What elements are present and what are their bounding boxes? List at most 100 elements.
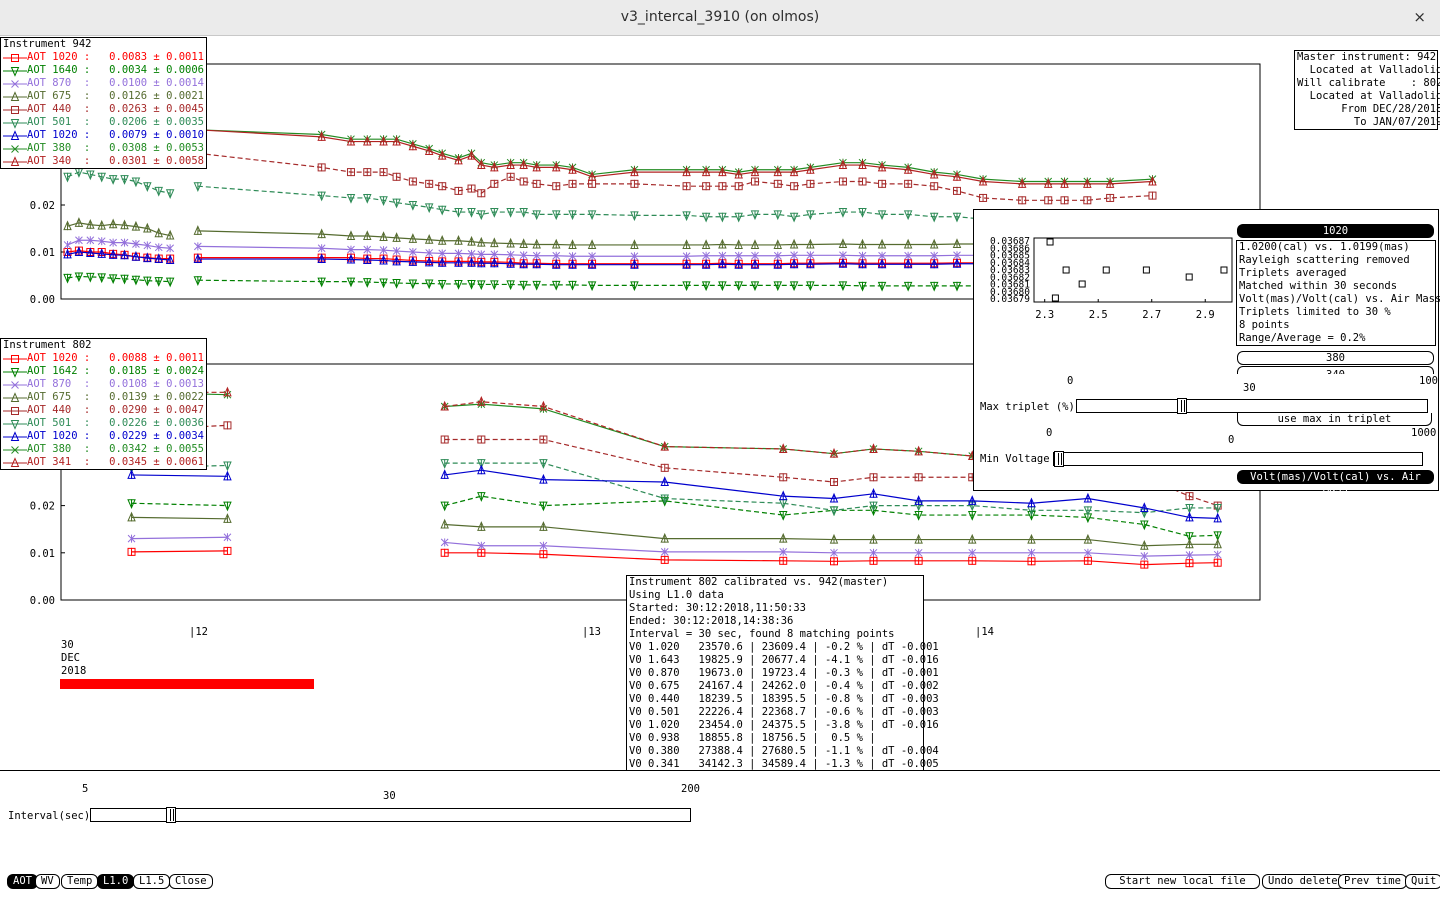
wavelength-340-button[interactable]: 340 xyxy=(1237,366,1434,374)
tri-down-marker-icon xyxy=(1,64,27,77)
plot-mode-button[interactable]: Volt(mas)/Volt(cal) vs. Air Mass xyxy=(1237,470,1434,495)
l15-button[interactable]: L1.5 xyxy=(133,874,171,889)
max-triplet-max: 100 xyxy=(1419,375,1438,387)
y-tick-label: 0.02 xyxy=(30,200,55,212)
wv-button[interactable]: WV xyxy=(35,874,60,889)
legend-row: AOT 1020 : 0.0229 ± 0.0034 xyxy=(1,430,206,443)
selected-time-range-bar[interactable] xyxy=(60,679,314,689)
x-marker-icon xyxy=(1,142,27,155)
legend-row: AOT 1020 : 0.0079 ± 0.0010 xyxy=(1,129,206,142)
legend-label: AOT 1020 : xyxy=(27,51,91,63)
max-triplet-slider[interactable] xyxy=(1076,398,1428,414)
interval-slider[interactable] xyxy=(90,807,691,823)
aot-button[interactable]: AOT xyxy=(7,874,38,889)
legend-instrument-802: Instrument 802 AOT 1020 : 0.0088 ± 0.0011… xyxy=(0,338,207,470)
series-line xyxy=(131,474,228,477)
square-marker-icon xyxy=(1,404,27,417)
mini-chart-area: 0.036870.036860.036850.036840.036830.036… xyxy=(990,236,1233,321)
mini-data-point xyxy=(1062,266,1070,274)
wavelength-1020-button[interactable]: 1020 xyxy=(1237,224,1434,238)
min-voltage-slider[interactable] xyxy=(1053,451,1423,467)
legend-title: Instrument 802 xyxy=(3,339,92,351)
interval-max: 200 xyxy=(681,783,700,795)
legend-value: 0.0229 ± 0.0034 xyxy=(109,430,204,442)
legend-row: AOT 675 : 0.0126 ± 0.0021 xyxy=(1,90,206,103)
legend-value: 0.0185 ± 0.0024 xyxy=(109,365,204,377)
start-new-local-file-button[interactable]: Start new local file xyxy=(1105,874,1260,889)
y-tick-label: 0.01 xyxy=(30,247,55,259)
report-line: V0 0.938 18855.8 | 18756.5 | 0.5 % | xyxy=(629,732,876,744)
mini-data-point xyxy=(1078,280,1086,288)
legend-value: 0.0206 ± 0.0035 xyxy=(109,116,204,128)
window-close-icon[interactable]: × xyxy=(1413,8,1426,26)
series-line xyxy=(131,550,228,553)
legend-label: AOT 870 : xyxy=(27,378,91,390)
legend-label: AOT 340 : xyxy=(27,155,91,167)
master-info-line: To JAN/07/2019 xyxy=(1297,116,1440,128)
legend-label: AOT 870 : xyxy=(27,77,91,89)
min-voltage-slider-thumb[interactable] xyxy=(1054,451,1064,467)
date-day: 30 xyxy=(61,639,74,651)
min-voltage-max: 1000 xyxy=(1411,427,1437,439)
interval-min: 5 xyxy=(82,783,89,795)
square-marker-icon xyxy=(1,103,27,116)
mini-data-point xyxy=(1046,238,1054,246)
mini-data-point xyxy=(1102,266,1110,274)
close-button[interactable]: Close xyxy=(169,874,213,889)
legend-row: AOT 501 : 0.0206 ± 0.0035 xyxy=(1,116,206,129)
report-line: V0 0.501 22226.4 | 22368.7 | -0.6 % | dT… xyxy=(629,706,939,718)
mini-x-tick: 2.7 xyxy=(1142,309,1161,321)
x-marker-icon xyxy=(1,77,27,90)
interval-slider-thumb[interactable] xyxy=(166,807,176,823)
legend-row: AOT 440 : 0.0263 ± 0.0045 xyxy=(1,103,206,116)
legend-row: AOT 870 : 0.0108 ± 0.0013 xyxy=(1,378,206,391)
tri-up-marker-icon xyxy=(1,129,27,142)
interval-mid: 30 xyxy=(383,790,396,802)
mini-frame xyxy=(1033,237,1233,303)
date-tick-12: |12 xyxy=(189,626,208,638)
calibration-info-line: Triplets limited to 30 % xyxy=(1239,306,1391,318)
max-triplet-slider-thumb[interactable] xyxy=(1177,398,1187,414)
calibration-info-line: Triplets averaged xyxy=(1239,267,1347,279)
quit-button[interactable]: Quit xyxy=(1405,874,1440,889)
mini-data-point xyxy=(1220,266,1228,274)
legend-row: AOT 870 : 0.0100 ± 0.0014 xyxy=(1,77,206,90)
legend-value: 0.0100 ± 0.0014 xyxy=(109,77,204,89)
legend-value: 0.0126 ± 0.0021 xyxy=(109,90,204,102)
max-triplet-mid: 30 xyxy=(1243,382,1256,394)
legend-instrument-942: Instrument 942 AOT 1020 : 0.0083 ± 0.0011… xyxy=(0,37,207,169)
legend-row: AOT 380 : 0.0342 ± 0.0055 xyxy=(1,443,206,456)
series-line xyxy=(197,129,1153,183)
report-line: Interval = 30 sec, found 8 matching poin… xyxy=(629,628,895,640)
calibration-info-line: 8 points xyxy=(1239,319,1290,331)
report-line: Ended: 30:12:2018,14:38:36 xyxy=(629,615,794,627)
master-info-line: Will calibrate : 802 xyxy=(1297,77,1440,89)
calibration-info-line: Volt(mas)/Volt(cal) vs. Air Mass xyxy=(1239,293,1440,305)
legend-row: AOT 380 : 0.0308 ± 0.0053 xyxy=(1,142,206,155)
calibration-panel: 1020 0.03687 0.03686 0.03685 0.03684 0.03683… xyxy=(973,209,1440,495)
undo-delete-button[interactable]: Undo delete xyxy=(1262,874,1344,889)
series-line xyxy=(131,536,228,540)
temp-button[interactable]: Temp xyxy=(61,874,99,889)
window-titlebar: v3_intercal_3910 (on olmos) × xyxy=(0,0,1440,36)
report-line: V0 0.870 19673.0 | 19723.4 | -0.3 % | dT… xyxy=(629,667,939,679)
mini-data-point xyxy=(1185,273,1193,281)
legend-label: AOT 501 : xyxy=(27,116,91,128)
min-voltage-label: Min Voltage xyxy=(980,453,1050,465)
mini-data-point xyxy=(1142,266,1150,274)
legend-row: AOT 1640 : 0.0034 ± 0.0006 xyxy=(1,64,206,77)
max-triplet-min: 0 xyxy=(1067,375,1074,387)
calibration-info-line: Rayleigh scattering removed xyxy=(1239,254,1410,266)
report-line: V0 1.643 19825.9 | 20677.4 | -4.1 % | dT… xyxy=(629,654,939,666)
l10-button[interactable]: L1.0 xyxy=(97,874,135,889)
legend-label: AOT 380 : xyxy=(27,443,91,455)
series-line xyxy=(444,541,1218,557)
report-line: V0 0.380 27388.4 | 27680.5 | -1.1 % | dT… xyxy=(629,745,939,757)
legend-label: AOT 1020 : xyxy=(27,352,91,364)
use-max-in-triplet-button[interactable]: use max in triplet xyxy=(1237,413,1432,426)
report-line: Instrument 802 calibrated vs. 942(master… xyxy=(629,576,889,588)
report-line: V0 1.020 23454.0 | 24375.5 | -3.8 % | dT… xyxy=(629,719,939,731)
prev-time-button[interactable]: Prev time xyxy=(1338,874,1407,889)
wavelength-380-button[interactable]: 380 xyxy=(1237,351,1434,365)
mini-data-point xyxy=(1051,294,1059,302)
